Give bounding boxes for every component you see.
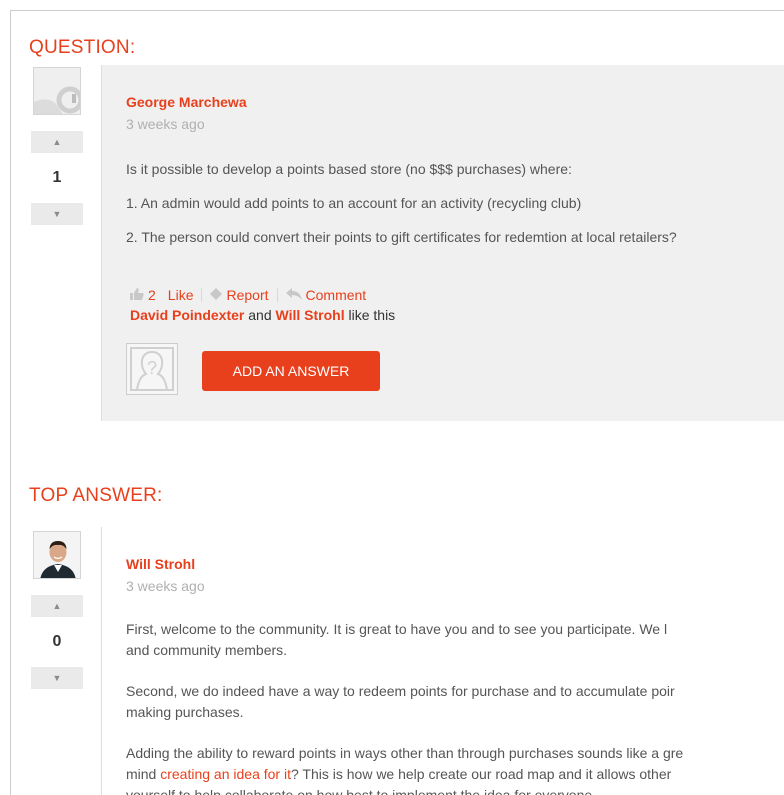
- paragraph-line: yourself to help collaborate on how best…: [126, 787, 597, 795]
- paragraph-line: Second, we do indeed have a way to redee…: [126, 683, 675, 699]
- report-icon: [210, 287, 223, 303]
- user-photo: [34, 532, 80, 578]
- vote-up-icon: ▲: [52, 137, 62, 147]
- question-paragraph: 2. The person could convert their points…: [126, 229, 677, 245]
- thumbs-up-icon: [130, 287, 144, 303]
- default-avatar-icon: ?: [130, 347, 174, 391]
- divider: [276, 288, 278, 302]
- paragraph-line: mind creating an idea for it? This is ho…: [126, 764, 784, 785]
- vote-up-icon: ▲: [52, 601, 62, 611]
- liker-link[interactable]: David Poindexter: [130, 307, 244, 323]
- answer-post: Will Strohl 3 weeks ago First, welcome t…: [101, 527, 784, 795]
- paragraph-line: making purchases.: [126, 704, 244, 720]
- default-avatar-icon: [34, 68, 80, 114]
- answer-vote-control: ▲ 0 ▼: [31, 595, 83, 689]
- question-author-avatar[interactable]: [33, 67, 81, 115]
- question-section-title: QUESTION:: [29, 37, 136, 58]
- like-link[interactable]: Like: [168, 287, 194, 303]
- question-author-name[interactable]: George Marchewa: [126, 94, 247, 110]
- vote-down-icon: ▼: [52, 673, 62, 683]
- vote-up-button[interactable]: ▲: [31, 131, 83, 153]
- comment-link[interactable]: Comment: [306, 287, 367, 303]
- current-user-avatar: ?: [126, 343, 178, 395]
- answer-author-name[interactable]: Will Strohl: [126, 556, 195, 572]
- question-timestamp: 3 weeks ago: [126, 116, 205, 132]
- question-actions: 2 Like Report Comment: [130, 287, 366, 303]
- likers-and: and: [248, 307, 272, 323]
- vote-count: 0: [31, 617, 83, 667]
- vote-down-button[interactable]: ▼: [31, 203, 83, 225]
- answer-paragraph: Adding the ability to reward points in w…: [126, 743, 784, 795]
- add-answer-button[interactable]: ADD AN ANSWER: [202, 351, 380, 391]
- answer-timestamp: 3 weeks ago: [126, 578, 205, 594]
- answer-author-avatar[interactable]: [33, 531, 81, 579]
- vote-down-icon: ▼: [52, 209, 62, 219]
- creating-idea-link[interactable]: creating an idea for it: [160, 766, 291, 782]
- discussion-frame: QUESTION: ▲ 1 ▼ George Marchewa 3 weeks …: [10, 10, 784, 795]
- paragraph-line: First, welcome to the community. It is g…: [126, 621, 668, 637]
- vote-down-button[interactable]: ▼: [31, 667, 83, 689]
- question-post: George Marchewa 3 weeks ago Is it possib…: [101, 65, 784, 421]
- answer-paragraph: Second, we do indeed have a way to redee…: [126, 681, 784, 723]
- svg-text:?: ?: [147, 358, 157, 378]
- paragraph-line: Adding the ability to reward points in w…: [126, 745, 684, 761]
- question-paragraph: 1. An admin would add points to an accou…: [126, 195, 582, 211]
- liker-link[interactable]: Will Strohl: [276, 307, 345, 323]
- top-answer-section-title: TOP ANSWER:: [29, 485, 163, 506]
- report-link[interactable]: Report: [226, 287, 268, 303]
- question-vote-control: ▲ 1 ▼: [31, 131, 83, 225]
- likers-suffix: like this: [348, 307, 396, 323]
- vote-up-button[interactable]: ▲: [31, 595, 83, 617]
- like-count-group: 2: [130, 287, 156, 303]
- paragraph-line: and community members.: [126, 642, 288, 658]
- divider: [201, 288, 203, 302]
- liked-by-text: David Poindexter and Will Strohl like th…: [130, 307, 395, 323]
- text-fragment: ? This is how we help create our road ma…: [290, 766, 672, 782]
- text-fragment: mind: [126, 766, 161, 782]
- reply-icon: [285, 287, 302, 303]
- vote-count: 1: [31, 153, 83, 203]
- answer-paragraph: First, welcome to the community. It is g…: [126, 619, 784, 661]
- question-paragraph: Is it possible to develop a points based…: [126, 161, 572, 177]
- like-count: 2: [148, 287, 156, 303]
